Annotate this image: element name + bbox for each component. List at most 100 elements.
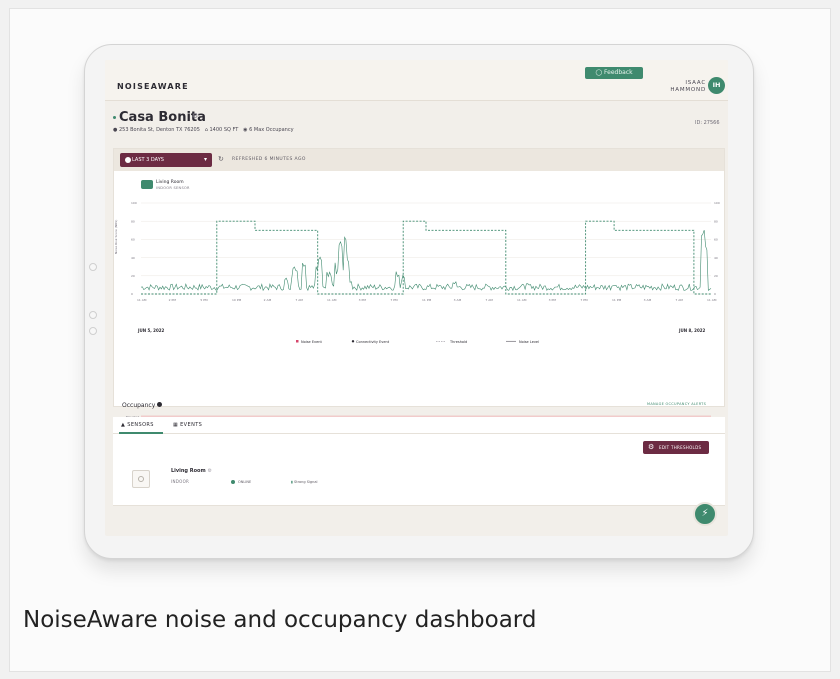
x-tick-label: 10 PM	[232, 298, 242, 302]
noise-chart: Noise Risk Score (NRS) 100 80 60 40 20 0 100 80…	[114, 201, 720, 333]
y-tick-label: 60	[131, 238, 135, 242]
sensor-icon	[141, 180, 153, 189]
chart-panel: LAST 3 DAYS ▾ ↻ REFRESHED 6 MINUTES AGO …	[113, 148, 725, 487]
device-name[interactable]: Living Room ⚙	[171, 468, 212, 474]
property-address: 253 Bonita St, Denton TX 76205	[118, 127, 200, 133]
user-name[interactable]: ISAAC HAMMOND	[662, 80, 706, 94]
device-icon	[132, 470, 150, 488]
y-tick-label: 0	[714, 292, 716, 296]
occupancy-title: Occupancy	[122, 402, 163, 409]
legend-noise-event: Noise Event	[301, 340, 322, 344]
refreshed-text: REFRESHED 6 MINUTES AGO	[232, 157, 306, 162]
date-range-dropdown[interactable]: LAST 3 DAYS ▾	[120, 153, 212, 167]
x-tick-label: 11 AM	[327, 298, 337, 302]
device-signal-text: Strong Signal	[294, 480, 318, 484]
property-id: ID: 27566	[695, 120, 720, 126]
device-signal: ▮ Strong Signal	[291, 480, 317, 484]
edit-thresholds-button[interactable]: ⚙ EDIT THRESHOLDS	[643, 441, 709, 454]
manage-occupancy-link[interactable]: MANAGE OCCUPANCY ALERTS	[647, 402, 706, 406]
sensor-name: Living Room	[156, 180, 184, 185]
brand-logo: NOISEAWARE	[117, 82, 189, 91]
help-button[interactable]: ⚡	[693, 502, 717, 526]
y-tick-label: 0	[131, 292, 133, 296]
avatar[interactable]: IH	[708, 77, 725, 94]
y-tick-label: 60	[714, 238, 718, 242]
x-tick-label: 3 PM	[359, 298, 367, 302]
gear-icon: ⚙	[648, 443, 655, 451]
date-range-label: LAST 3 DAYS	[132, 157, 164, 163]
feedback-button[interactable]: ◯ Feedback	[585, 67, 643, 79]
x-tick-label: 11 AM	[707, 298, 717, 302]
x-tick-label: 3 AM	[454, 298, 462, 302]
property-occupancy: 6 Max Occupancy	[249, 127, 294, 133]
property-meta: ● 253 Bonita St, Denton TX 76205 ⌂ 1400 …	[113, 127, 294, 133]
y-tick-label: 40	[714, 256, 718, 260]
legend-connectivity: Connectivity Event	[356, 340, 390, 344]
y-axis-label: Noise Risk Score (NRS)	[114, 220, 118, 254]
y-tick-label: 100	[131, 201, 137, 205]
occupancy-title-text: Occupancy	[122, 402, 156, 409]
eye-icon: ◉	[243, 127, 248, 133]
y-tick-label: 100	[714, 201, 720, 205]
connectivity-swatch	[351, 340, 355, 343]
noise-event-swatch	[296, 340, 299, 343]
sensor-type: INDOOR SENSOR	[156, 186, 190, 190]
chart-toolbar: LAST 3 DAYS ▾ ↻ REFRESHED 6 MINUTES AGO	[114, 149, 724, 171]
tablet-button-dot	[89, 311, 97, 319]
x-tick-label: 5 PM	[200, 298, 208, 302]
status-dot	[113, 116, 116, 119]
y-tick-label: 20	[131, 274, 135, 278]
noise-level-line	[140, 230, 712, 292]
x-tick-label: 7 AM	[485, 298, 493, 302]
x-tick-label: 7 PM	[580, 298, 588, 302]
device-status: ONLINE	[231, 480, 251, 484]
tab-sensors[interactable]: ▲ SENSORS	[121, 422, 154, 428]
x-tick-label: 7 AM	[295, 298, 303, 302]
x-tick-label: 11 AM	[517, 298, 527, 302]
top-bar: NOISEAWARE ◯ Feedback ISAAC HAMMOND IH	[105, 60, 728, 101]
app-screen: NOISEAWARE ◯ Feedback ISAAC HAMMOND IH Ca…	[105, 60, 728, 536]
tablet-button-dot	[89, 263, 97, 271]
x-tick-label: 3 AM	[644, 298, 652, 302]
lightning-icon: ⚡	[701, 508, 709, 519]
feedback-label: Feedback	[604, 69, 633, 76]
x-tick-label: 7 AM	[675, 298, 683, 302]
chevron-down-icon: ▾	[203, 156, 207, 163]
caption: NoiseAware noise and occupancy dashboard	[23, 607, 537, 633]
chat-icon: ◯	[595, 69, 605, 76]
tablet-button-dot	[89, 327, 97, 335]
clock-icon	[125, 157, 131, 163]
x-tick-label: 2 PM	[169, 298, 177, 302]
x-tick-label: 11 PM	[422, 298, 432, 302]
tab-sensors-label: SENSORS	[127, 422, 154, 428]
legend-threshold: Threshold	[449, 340, 467, 344]
tab-bar: ▲ SENSORS ▦ EVENTS	[113, 417, 725, 434]
x-tick-label: 11 PM	[612, 298, 622, 302]
x-tick-label: 7 PM	[390, 298, 398, 302]
info-icon[interactable]	[157, 402, 163, 407]
y-tick-label: 20	[714, 274, 718, 278]
y-tick-label: 40	[131, 256, 135, 260]
user-last-name: HAMMOND	[670, 87, 706, 93]
tab-events-label: EVENTS	[180, 422, 203, 428]
device-name-text: Living Room	[171, 468, 206, 474]
tab-events[interactable]: ▦ EVENTS	[173, 422, 202, 428]
refresh-icon[interactable]: ↻	[218, 155, 224, 163]
property-area: 1400 SQ FT	[209, 127, 239, 133]
x-tick-label: 2 AM	[264, 298, 272, 302]
chart-legend: Noise Event Connectivity Event Threshold…	[296, 340, 539, 344]
legend-noise-level: Noise Level	[519, 340, 539, 344]
pin-icon: ●	[113, 127, 118, 133]
date-right: JUN 8, 2022	[678, 328, 706, 333]
date-left: JUN 5, 2022	[137, 328, 165, 333]
device-type: INDOOR	[171, 479, 190, 484]
home-icon: ⌂	[204, 127, 208, 133]
x-tick-label: 3 PM	[549, 298, 557, 302]
user-first-name: ISAAC	[685, 80, 706, 86]
x-tick-label: 11 AM	[137, 298, 147, 302]
y-tick-label: 80	[131, 219, 135, 223]
gear-icon[interactable]: ⚙	[192, 112, 198, 120]
edit-thresholds-label: EDIT THRESHOLDS	[659, 445, 702, 450]
y-tick-label: 80	[714, 219, 718, 223]
gear-icon: ⚙	[207, 468, 212, 474]
